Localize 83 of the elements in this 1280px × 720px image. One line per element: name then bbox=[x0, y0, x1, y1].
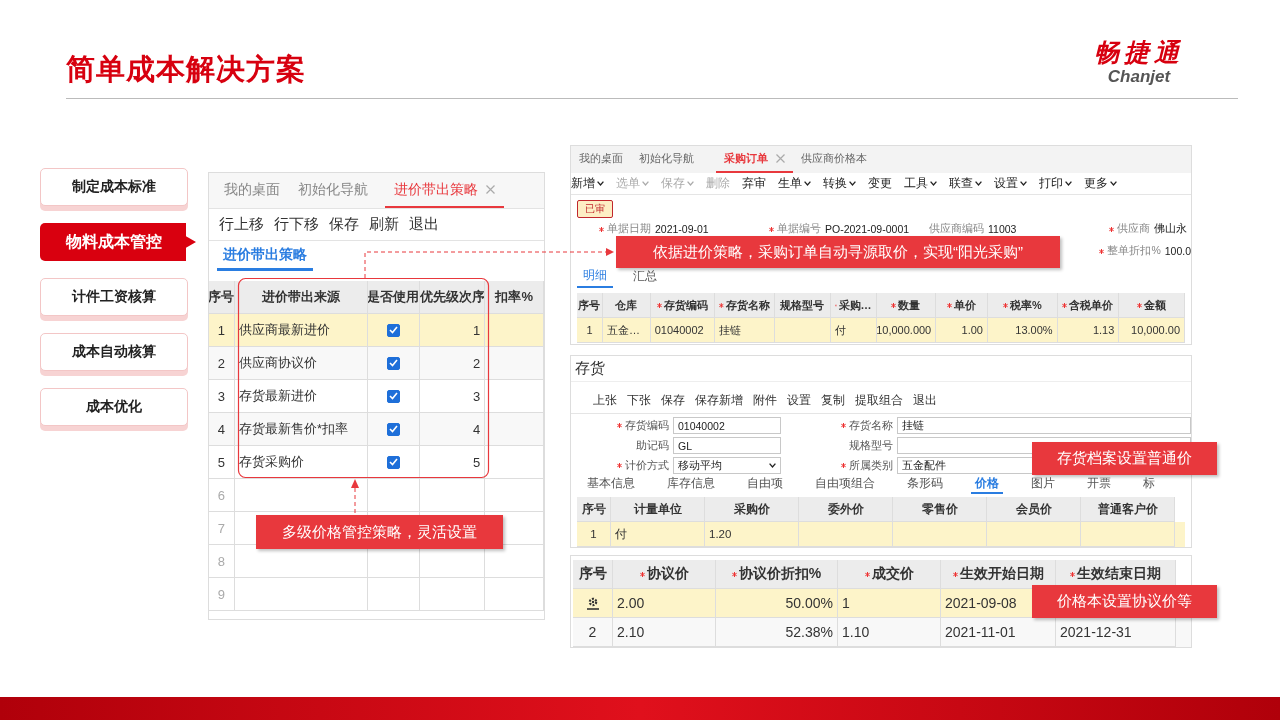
table-cell: 1.13 bbox=[1057, 318, 1120, 343]
table-cell: 存货最新售价*扣率 bbox=[234, 413, 369, 446]
column-header: 数量 bbox=[876, 293, 937, 318]
slide-title: 简单成本解决方案 bbox=[66, 52, 306, 87]
callout-tooltip: 存货档案设置普通价 bbox=[1032, 442, 1217, 475]
field-label: 所属类别 bbox=[785, 457, 893, 474]
callout-tooltip: 多级价格管控策略，灵活设置 bbox=[256, 515, 503, 549]
table-cell: 52.38% bbox=[716, 618, 838, 647]
field-value: 2021-09-01 bbox=[655, 223, 709, 235]
column-header: 单价 bbox=[936, 293, 988, 318]
field-value: 11003 bbox=[988, 223, 1017, 235]
field-label: 单据日期 bbox=[599, 222, 651, 236]
status-badge: 已审 bbox=[577, 200, 613, 218]
table-cell: 4 bbox=[209, 413, 235, 446]
column-header: 序号 bbox=[577, 293, 603, 318]
table-cell: 1.10 bbox=[838, 618, 941, 647]
table-cell: 01040002 bbox=[650, 318, 716, 343]
table-cell: 2 bbox=[419, 347, 486, 380]
field-value: PO-2021-09-0001 bbox=[825, 223, 910, 235]
field-label: 计价方式 bbox=[571, 457, 669, 474]
table-cell: 6 bbox=[209, 479, 235, 512]
field-label: 存货编码 bbox=[571, 417, 669, 434]
column-header: 序号 bbox=[209, 288, 234, 306]
column-header: 税率% bbox=[988, 293, 1058, 318]
column-header: 扣率% bbox=[495, 288, 533, 306]
table-cell: 2 bbox=[573, 618, 613, 647]
column-header: 成交价 bbox=[838, 560, 941, 589]
column-header: 仓库 bbox=[602, 293, 651, 318]
table-cell: 1 bbox=[577, 522, 611, 547]
table-cell: 10,000.00 bbox=[1119, 318, 1185, 343]
table-cell: 9 bbox=[209, 578, 235, 611]
table-cell: 付 bbox=[830, 318, 877, 343]
column-header: 委外价 bbox=[799, 497, 893, 522]
table-cell: 13.00% bbox=[988, 318, 1058, 343]
column-header: 协议价折扣% bbox=[716, 560, 838, 589]
column-header: 协议价 bbox=[613, 560, 716, 589]
column-header: 序号 bbox=[577, 497, 611, 522]
column-header: 优先级次序 bbox=[419, 288, 485, 306]
table-cell: 付 bbox=[611, 522, 705, 547]
column-header: 零售价 bbox=[893, 497, 987, 522]
column-header: 是否使用 bbox=[368, 288, 419, 306]
table-cell: 8 bbox=[209, 545, 235, 578]
column-header: 序号 bbox=[573, 560, 613, 589]
table-cell: 5 bbox=[209, 446, 235, 479]
column-header: 计量单位 bbox=[611, 497, 705, 522]
table-cell: 7 bbox=[209, 512, 235, 545]
column-header: 采购… bbox=[830, 293, 877, 318]
column-header: 规格型号 bbox=[775, 293, 831, 318]
callout-tooltip: 价格本设置协议价等 bbox=[1032, 585, 1217, 618]
table-cell: 4 bbox=[419, 413, 486, 446]
column-header: 会员价 bbox=[987, 497, 1081, 522]
column-header: 存货编码 bbox=[650, 293, 716, 318]
callout-tooltip: 依据进价策略，采购订单自动寻源取价，实现“阳光采购” bbox=[616, 236, 1060, 268]
table-cell: 2.10 bbox=[613, 618, 716, 647]
logo-text: Chanjet bbox=[1107, 67, 1171, 87]
column-header: 存货名称 bbox=[715, 293, 776, 318]
table-cell: 1.00 bbox=[936, 318, 988, 343]
window-title: 存货 bbox=[571, 356, 1191, 382]
column-header: 进价带出来源 bbox=[261, 288, 340, 306]
field-label: 规格型号 bbox=[848, 437, 893, 453]
table-cell: 存货采购价 bbox=[234, 446, 369, 479]
table-cell: 5 bbox=[419, 446, 486, 479]
field-value: 佛山永 bbox=[1154, 222, 1187, 236]
field-value: 100.0 bbox=[1164, 245, 1191, 257]
table-cell: 挂链 bbox=[715, 318, 776, 343]
field-label: 整单折扣% bbox=[1099, 244, 1161, 258]
table-cell: 10,000.000 bbox=[876, 318, 937, 343]
field-label: 存货名称 bbox=[785, 417, 893, 434]
column-header: 采购价 bbox=[705, 497, 799, 522]
column-header: 生效开始日期 bbox=[941, 560, 1056, 589]
column-header: 金额 bbox=[1119, 293, 1185, 318]
table-cell: 1 bbox=[577, 318, 603, 343]
field-label: 供应商 bbox=[1109, 222, 1150, 236]
field-label: 助记码 bbox=[635, 437, 669, 453]
table-cell: 1.20 bbox=[705, 522, 799, 547]
column-header: 普通客户价 bbox=[1081, 497, 1175, 522]
table-cell: 五金… bbox=[602, 318, 651, 343]
field-label: 供应商编码 bbox=[929, 222, 984, 236]
field-label: 单据编号 bbox=[769, 222, 821, 236]
column-header: 含税单价 bbox=[1057, 293, 1120, 318]
table-cell: 供应商协议价 bbox=[234, 347, 369, 380]
logo-text: 畅捷通 bbox=[1094, 37, 1184, 68]
table-cell: 2 bbox=[209, 347, 235, 380]
